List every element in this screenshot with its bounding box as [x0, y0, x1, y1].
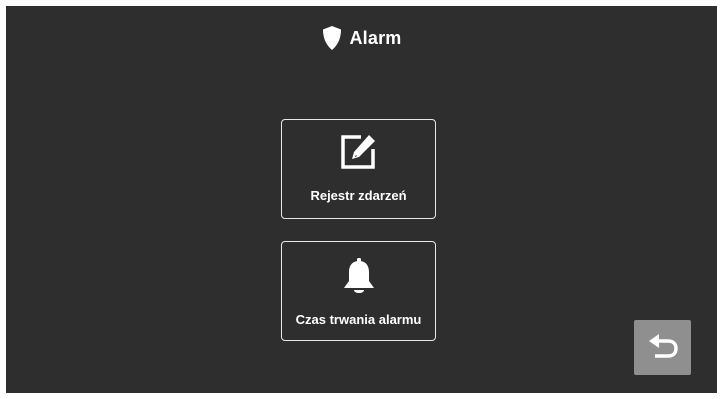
return-arrow-icon — [648, 333, 678, 358]
alarm-screen: Alarm Rejestr zdarzeń Czas trwania alarm… — [6, 6, 717, 393]
event-log-label: Rejestr zdarzeń — [310, 188, 407, 203]
shield-icon — [323, 26, 342, 50]
back-button[interactable] — [634, 320, 691, 375]
alarm-duration-button[interactable]: Czas trwania alarmu — [281, 241, 436, 341]
bell-icon — [343, 258, 374, 293]
edit-icon — [340, 135, 375, 169]
event-log-button[interactable]: Rejestr zdarzeń — [281, 119, 436, 219]
alarm-duration-label: Czas trwania alarmu — [295, 312, 422, 327]
page-title: Alarm — [349, 27, 402, 48]
page-header: Alarm — [6, 24, 717, 52]
